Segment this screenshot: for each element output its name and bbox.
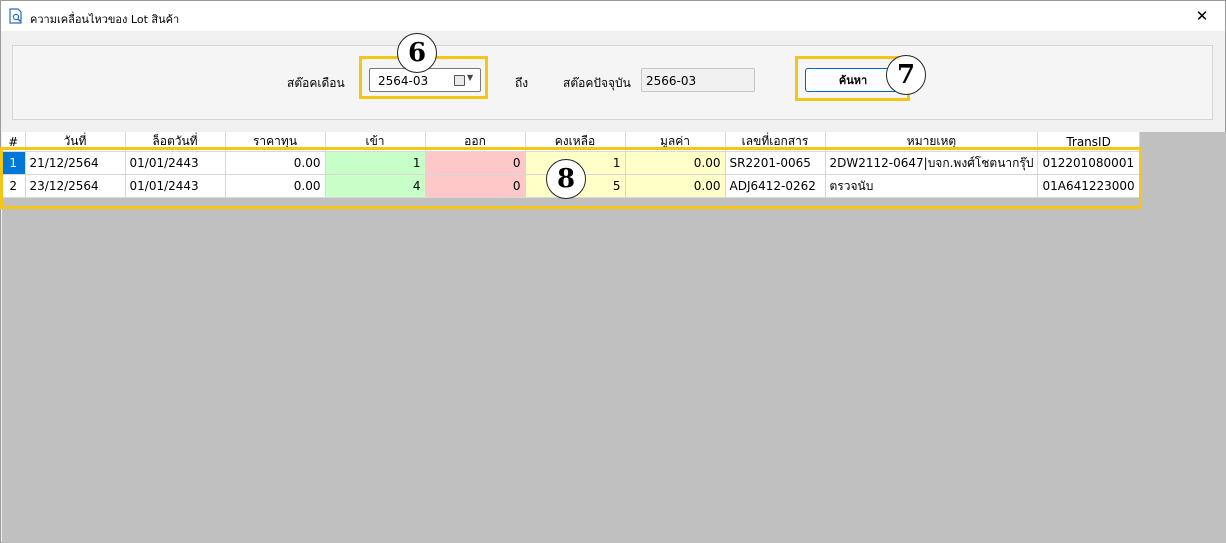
cell-in[interactable]: 4 [325,174,426,198]
column-header[interactable]: # [2,132,26,152]
cell-doc-no[interactable]: ADJ6412-0262 [725,174,826,198]
row-number[interactable]: 1 [2,151,26,175]
cell-trans-id[interactable]: 01A641223000 [1037,174,1140,198]
current-stock-value: 2566-03 [646,74,697,88]
column-header[interactable]: เลขที่เอกสาร [725,132,826,152]
results-grid-area: # วันที่ ล็อตวันที่ ราคาทุน เข้า ออก คงเ… [2,132,1226,543]
close-button[interactable]: ✕ [1179,1,1225,31]
cell-value[interactable]: 0.00 [625,174,726,198]
cell-date[interactable]: 23/12/2564 [25,174,126,198]
window-title: ความเคลื่อนไหวของ Lot สินค้า [30,13,180,26]
cell-trans-id[interactable]: 012201080001 [1037,151,1140,175]
window: ความเคลื่อนไหวของ Lot สินค้า ✕ สต๊อคเดือ… [0,0,1226,543]
stock-month-value: 2564-03 [378,74,429,88]
cell-lot-date[interactable]: 01/01/2443 [125,151,226,175]
cell-date[interactable]: 21/12/2564 [25,151,126,175]
cell-doc-no[interactable]: SR2201-0065 [725,151,826,175]
document-search-icon [9,8,22,24]
stock-month-picker[interactable]: 2564-03 ▼ [369,68,481,92]
stock-month-label: สต๊อคเดือน [287,76,345,90]
to-label: ถึง [515,76,529,90]
annotation-badge-7: 7 [886,55,926,95]
column-header[interactable]: เข้า [325,132,426,152]
row-number[interactable]: 2 [2,174,26,198]
title-bar: ความเคลื่อนไหวของ Lot สินค้า ✕ [1,1,1225,31]
cell-value[interactable]: 0.00 [625,151,726,175]
cell-lot-date[interactable]: 01/01/2443 [125,174,226,198]
cell-cost[interactable]: 0.00 [225,151,326,175]
cell-note[interactable]: 2DW2112-0647|บจก.พงศ์โชตนากรุ๊ป [825,151,1039,175]
current-stock-field: 2566-03 [641,68,755,92]
current-stock-label: สต๊อคปัจจุบัน [563,76,631,90]
column-header[interactable]: คงเหลือ [525,132,626,152]
cell-out[interactable]: 0 [425,151,526,175]
cell-note[interactable]: ตรวจนับ [825,174,1039,198]
table-header-row: # วันที่ ล็อตวันที่ ราคาทุน เข้า ออก คงเ… [2,132,1140,152]
chevron-down-icon[interactable]: ▼ [467,73,473,82]
column-header[interactable]: วันที่ [25,132,126,152]
column-header[interactable]: มูลค่า [625,132,726,152]
cell-out[interactable]: 0 [425,174,526,198]
column-header[interactable]: TransID [1037,132,1140,152]
column-header[interactable]: ราคาทุน [225,132,326,152]
close-icon: ✕ [1195,7,1209,25]
cell-in[interactable]: 1 [325,151,426,175]
annotation-badge-8: 8 [546,159,586,199]
cell-cost[interactable]: 0.00 [225,174,326,198]
column-header[interactable]: ออก [425,132,526,152]
annotation-badge-6: 6 [397,33,437,73]
column-header[interactable]: หมายเหตุ [825,132,1039,152]
calendar-icon[interactable] [454,75,465,86]
column-header[interactable]: ล็อตวันที่ [125,132,226,152]
